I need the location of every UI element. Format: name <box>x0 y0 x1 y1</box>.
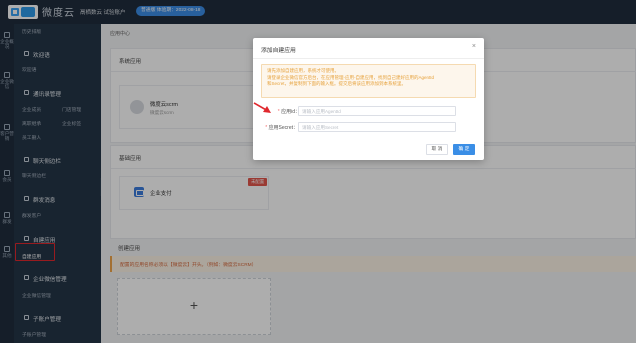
cancel-button[interactable]: 取 消 <box>426 144 448 155</box>
agent-id-label: * 应用id： <box>277 109 300 115</box>
secret-input[interactable] <box>298 122 456 132</box>
secret-label: * 应用Secret： <box>265 125 298 131</box>
notice-box: 请先添加自建应用，系统才可使用。 请登录企业微信官方后台，在应用管理-应用-自建… <box>261 64 476 98</box>
agent-id-input[interactable] <box>298 106 456 116</box>
notice-line: 请先添加自建应用，系统才可使用。 <box>267 68 339 73</box>
close-icon[interactable]: × <box>472 43 476 50</box>
divider <box>253 58 484 59</box>
confirm-button[interactable]: 确 定 <box>453 144 475 155</box>
add-custom-app-dialog: 添加自建应用 × 请先添加自建应用，系统才可使用。 请登录企业微信官方后台，在应… <box>253 38 484 160</box>
notice-line: 和Secret，并复制到下面的输入框。提交后将该应用添加到本系统里。 <box>267 81 407 87</box>
dialog-title: 添加自建应用 <box>261 48 296 54</box>
